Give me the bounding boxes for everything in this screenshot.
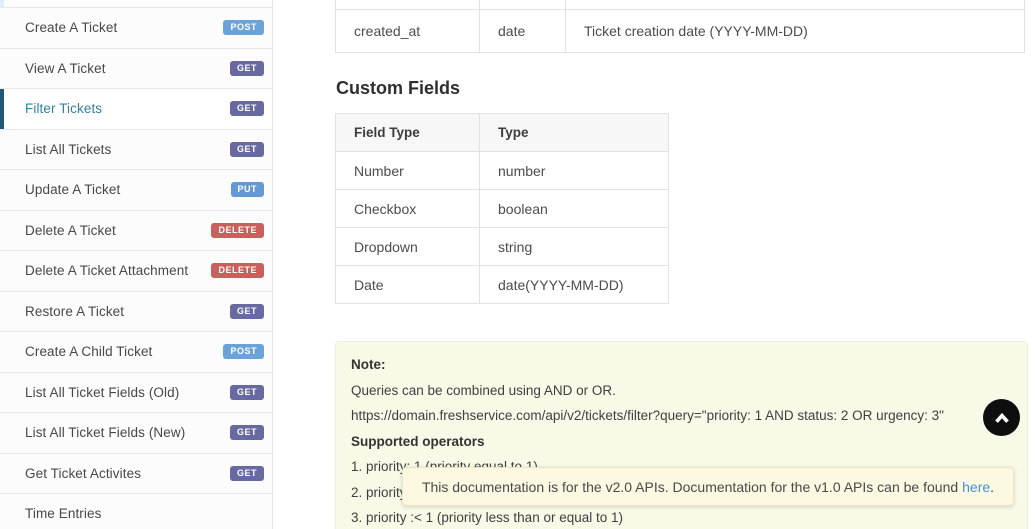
attr-type-cell: date — [479, 8, 566, 53]
sidebar-item-label: Delete A Ticket — [25, 222, 116, 238]
sidebar-item-view-a-ticket[interactable]: View A Ticket GET — [0, 48, 272, 89]
sidebar-item-label: Time Entries — [25, 506, 102, 522]
main-content: created_at date Ticket creation date (YY… — [335, 0, 1028, 529]
banner-text: This documentation is for the v2.0 APIs.… — [421, 478, 959, 495]
method-badge-post: POST — [223, 20, 264, 36]
table-row: Number number — [335, 151, 669, 190]
sidebar-item-get-ticket-activites[interactable]: Get Ticket Activites GET — [0, 453, 272, 494]
sidebar-item-label: Get Ticket Activites — [25, 465, 142, 481]
ticket-attributes-table: created_at date Ticket creation date (YY… — [335, 0, 1025, 53]
sidebar-item-label: List All Tickets — [25, 141, 112, 157]
note-operators-title: Supported operators — [351, 433, 485, 449]
api-docs-page: Create A Ticket POST View A Ticket GET F… — [0, 0, 1035, 529]
sidebar-item-label: Filter Tickets — [25, 101, 103, 117]
sidebar-clipped-row — [0, 0, 272, 8]
method-badge-get: GET — [229, 425, 264, 441]
sidebar-item-filter-tickets[interactable]: Filter Tickets GET — [0, 89, 272, 130]
v1-docs-link[interactable]: here — [962, 479, 990, 495]
table-row-clipped — [335, 0, 1025, 10]
scroll-to-top-button[interactable] — [983, 399, 1020, 436]
table-header-row: Field Type Type — [335, 113, 669, 152]
method-badge-get: GET — [229, 101, 264, 117]
table-row: Checkbox boolean — [335, 189, 669, 228]
table-row-created-at: created_at date Ticket creation date (YY… — [335, 8, 1025, 53]
sidebar-item-label: Update A Ticket — [25, 182, 121, 198]
sidebar-item-delete-a-ticket[interactable]: Delete A Ticket DELETE — [0, 210, 272, 251]
sidebar-item-delete-a-ticket-attachment[interactable]: Delete A Ticket Attachment DELETE — [0, 251, 272, 292]
sidebar-item-label: Create A Child Ticket — [25, 344, 153, 360]
table-row: Dropdown string — [335, 227, 669, 266]
sidebar-item-list-all-ticket-fields-new[interactable]: List All Ticket Fields (New) GET — [0, 413, 272, 454]
sidebar-item-list-all-ticket-fields-old[interactable]: List All Ticket Fields (Old) GET — [0, 372, 272, 413]
attr-description-cell: Ticket creation date (YYYY-MM-DD) — [565, 8, 1025, 53]
method-badge-post: POST — [223, 344, 264, 360]
note-example-url: https://domain.freshservice.com/api/v2/t… — [351, 408, 944, 423]
note-operator-item: 3. priority :< 1 (priority less than or … — [351, 510, 623, 525]
custom-fields-table: Field Type Type Number number Checkbox b… — [335, 113, 669, 304]
attr-field-cell: created_at — [335, 8, 480, 53]
method-badge-get: GET — [229, 141, 264, 157]
sidebar-item-label: List All Ticket Fields (Old) — [25, 384, 180, 400]
table-row: Date date(YYYY-MM-DD) — [335, 265, 669, 304]
sidebar-item-list-all-tickets[interactable]: List All Tickets GET — [0, 129, 272, 170]
sidebar-item-label: Delete A Ticket Attachment — [25, 263, 189, 279]
note-combine-line: Queries can be combined using AND or OR. — [351, 382, 616, 398]
method-badge-get: GET — [229, 384, 264, 400]
sidebar-item-label: Create A Ticket — [25, 20, 118, 36]
column-header-type: Type — [479, 113, 669, 152]
custom-fields-heading: Custom Fields — [336, 78, 461, 98]
sidebar-item-update-a-ticket[interactable]: Update A Ticket PUT — [0, 170, 272, 211]
sidebar-item-time-entries[interactable]: Time Entries — [0, 494, 272, 529]
method-badge-delete: DELETE — [211, 222, 264, 238]
sidebar-endpoints-nav: Create A Ticket POST View A Ticket GET F… — [0, 0, 273, 529]
method-badge-delete: DELETE — [211, 263, 264, 279]
sidebar-item-create-a-ticket[interactable]: Create A Ticket POST — [0, 8, 272, 49]
banner-text-period: . — [990, 478, 995, 495]
sidebar-item-label: Restore A Ticket — [25, 303, 125, 319]
method-badge-put: PUT — [230, 182, 264, 198]
sidebar-item-create-a-child-ticket[interactable]: Create A Child Ticket POST — [0, 332, 272, 373]
version-notice-banner: This documentation is for the v2.0 APIs.… — [402, 467, 1014, 506]
sidebar-item-label: List All Ticket Fields (New) — [25, 425, 186, 441]
chevron-up-icon — [991, 407, 1013, 429]
method-badge-get: GET — [229, 465, 264, 481]
sidebar-item-label: View A Ticket — [25, 60, 106, 76]
note-label: Note: — [351, 357, 386, 372]
method-badge-get: GET — [229, 60, 264, 76]
column-header-field-type: Field Type — [335, 113, 480, 152]
method-badge-get: GET — [229, 303, 264, 319]
sidebar-item-restore-a-ticket[interactable]: Restore A Ticket GET — [0, 291, 272, 332]
